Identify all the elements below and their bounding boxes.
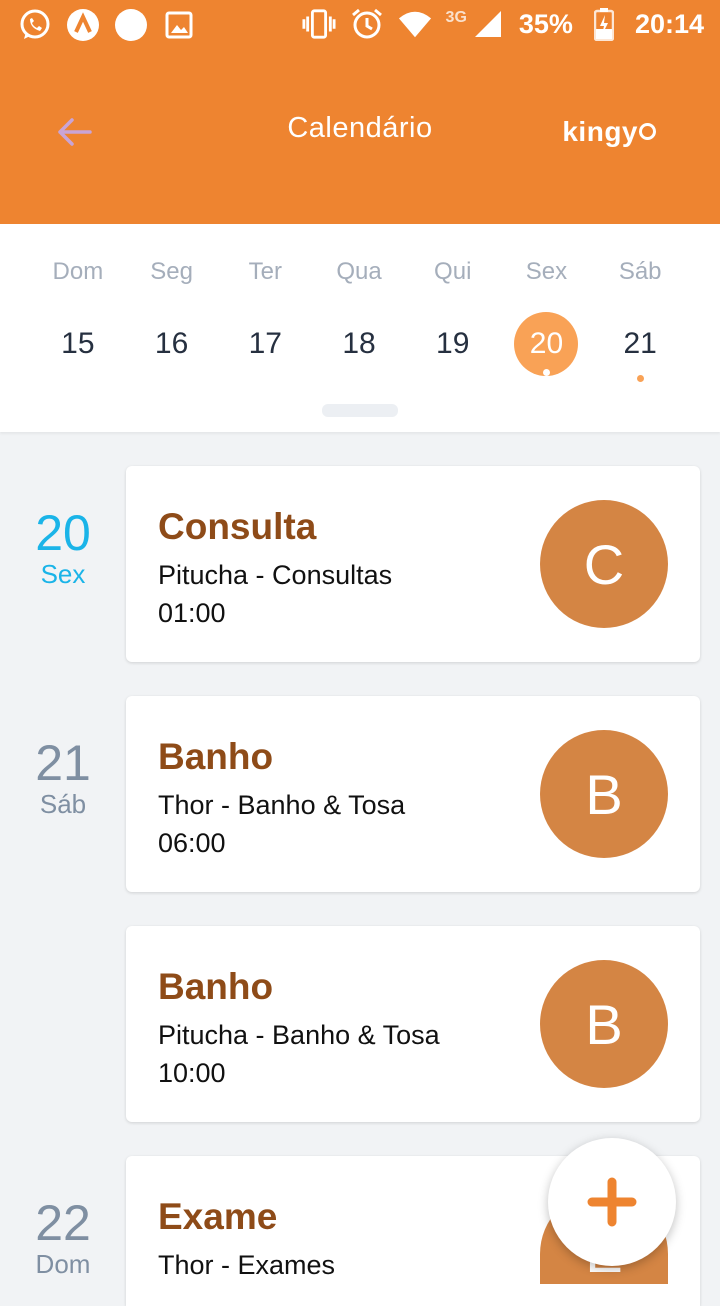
event-subtitle: Thor - Banho & Tosa	[158, 790, 406, 820]
day-number-label: 21	[623, 327, 657, 360]
weekday-name: Qua	[336, 258, 382, 285]
event-dot	[637, 375, 645, 382]
weekday-names: Dom Seg Ter Qua Qui Sex Sáb	[31, 258, 687, 286]
brand-dot	[639, 123, 656, 140]
weekday-name: Dom	[52, 258, 104, 285]
brand-text: kingy	[562, 116, 638, 147]
weekday-name: Sáb	[618, 258, 662, 285]
agenda-date: 21 Sáb	[12, 736, 114, 818]
day-cell[interactable]: 19	[406, 312, 500, 376]
day-number: 20	[514, 312, 579, 376]
weekday-name: Ter	[248, 258, 282, 285]
signal-icon	[471, 7, 505, 41]
status-bar: 3G 35% 20:14	[0, 0, 720, 50]
day-number-label: 19	[436, 327, 470, 360]
agenda-date-number: 21	[35, 735, 91, 791]
app-icon	[66, 8, 100, 42]
alarm-icon	[350, 7, 384, 41]
event-subtitle: Pitucha - Banho & Tosa	[158, 1020, 440, 1050]
day-cell[interactable]: 21	[593, 312, 687, 382]
wifi-icon	[398, 7, 432, 41]
week-days: 15 16 17 18 19 20 21	[31, 312, 687, 382]
event-avatar: B	[540, 730, 668, 858]
day-number: 19	[421, 312, 485, 376]
toolbar: Calendário kingy	[0, 80, 720, 180]
event-time: 01:00	[158, 598, 226, 628]
clock: 20:14	[634, 8, 704, 39]
app-header: 3G 35% 20:14 Calendário kingy	[0, 0, 720, 224]
week-strip: Dom Seg Ter Qua Qui Sex Sáb 15 16 17 18 …	[0, 224, 720, 432]
day-cell[interactable]: 17	[218, 312, 312, 376]
weekday-name: Seg	[150, 258, 193, 285]
day-number: 15	[46, 312, 110, 376]
event-card[interactable]: Consulta Pitucha - Consultas 01:00 C	[126, 466, 700, 662]
vibrate-icon	[302, 7, 336, 41]
day-number-label: 17	[248, 327, 282, 360]
day-number: 21	[608, 312, 672, 382]
event-avatar: C	[540, 500, 668, 628]
circle-icon	[114, 8, 148, 42]
agenda-date: 20 Sex	[12, 506, 114, 588]
event-dot	[543, 369, 551, 376]
event-card[interactable]: Banho Thor - Banho & Tosa 06:00 B	[126, 696, 700, 892]
day-cell[interactable]: 16	[125, 312, 219, 376]
agenda-date-weekday: Sáb	[39, 789, 87, 819]
day-number: 16	[140, 312, 204, 376]
weekday-name: Qui	[434, 258, 472, 285]
day-number-label: 20	[529, 327, 564, 360]
add-event-button[interactable]	[548, 1138, 676, 1266]
day-number-label: 18	[342, 327, 376, 360]
event-title: Banho	[158, 966, 274, 1007]
brand-logo: kingy	[562, 116, 656, 148]
day-cell[interactable]: 15	[31, 312, 125, 376]
agenda-date-weekday: Dom	[35, 1249, 91, 1279]
weekday-name: Sex	[525, 258, 568, 285]
battery-charging-icon	[587, 7, 621, 41]
day-cell[interactable]: 18	[312, 312, 406, 376]
agenda-date-number: 20	[35, 505, 91, 561]
plus-icon	[587, 1177, 637, 1227]
event-title: Exame	[158, 1196, 278, 1237]
event-avatar: B	[540, 960, 668, 1088]
day-number-label: 16	[154, 327, 189, 360]
agenda-date: 22 Dom	[12, 1196, 114, 1278]
event-time: 10:00	[158, 1058, 226, 1088]
day-number: 18	[327, 312, 391, 376]
day-cell[interactable]: 20	[500, 312, 594, 376]
network-type: 3G	[445, 9, 467, 26]
event-time: 06:00	[158, 828, 226, 858]
day-number-label: 15	[61, 327, 95, 360]
day-number: 17	[233, 312, 297, 376]
event-subtitle: Thor - Exames	[158, 1250, 336, 1280]
whatsapp-icon	[18, 8, 52, 42]
event-title: Consulta	[158, 506, 317, 547]
event-title: Banho	[158, 736, 274, 777]
agenda-date-weekday: Sex	[40, 559, 86, 589]
event-card[interactable]: Banho Pitucha - Banho & Tosa 10:00 B	[126, 926, 700, 1122]
agenda-date-number: 22	[35, 1195, 91, 1251]
drag-handle[interactable]	[322, 404, 398, 417]
image-icon	[162, 8, 196, 42]
event-subtitle: Pitucha - Consultas	[158, 560, 393, 590]
battery-percent: 35%	[518, 8, 573, 39]
